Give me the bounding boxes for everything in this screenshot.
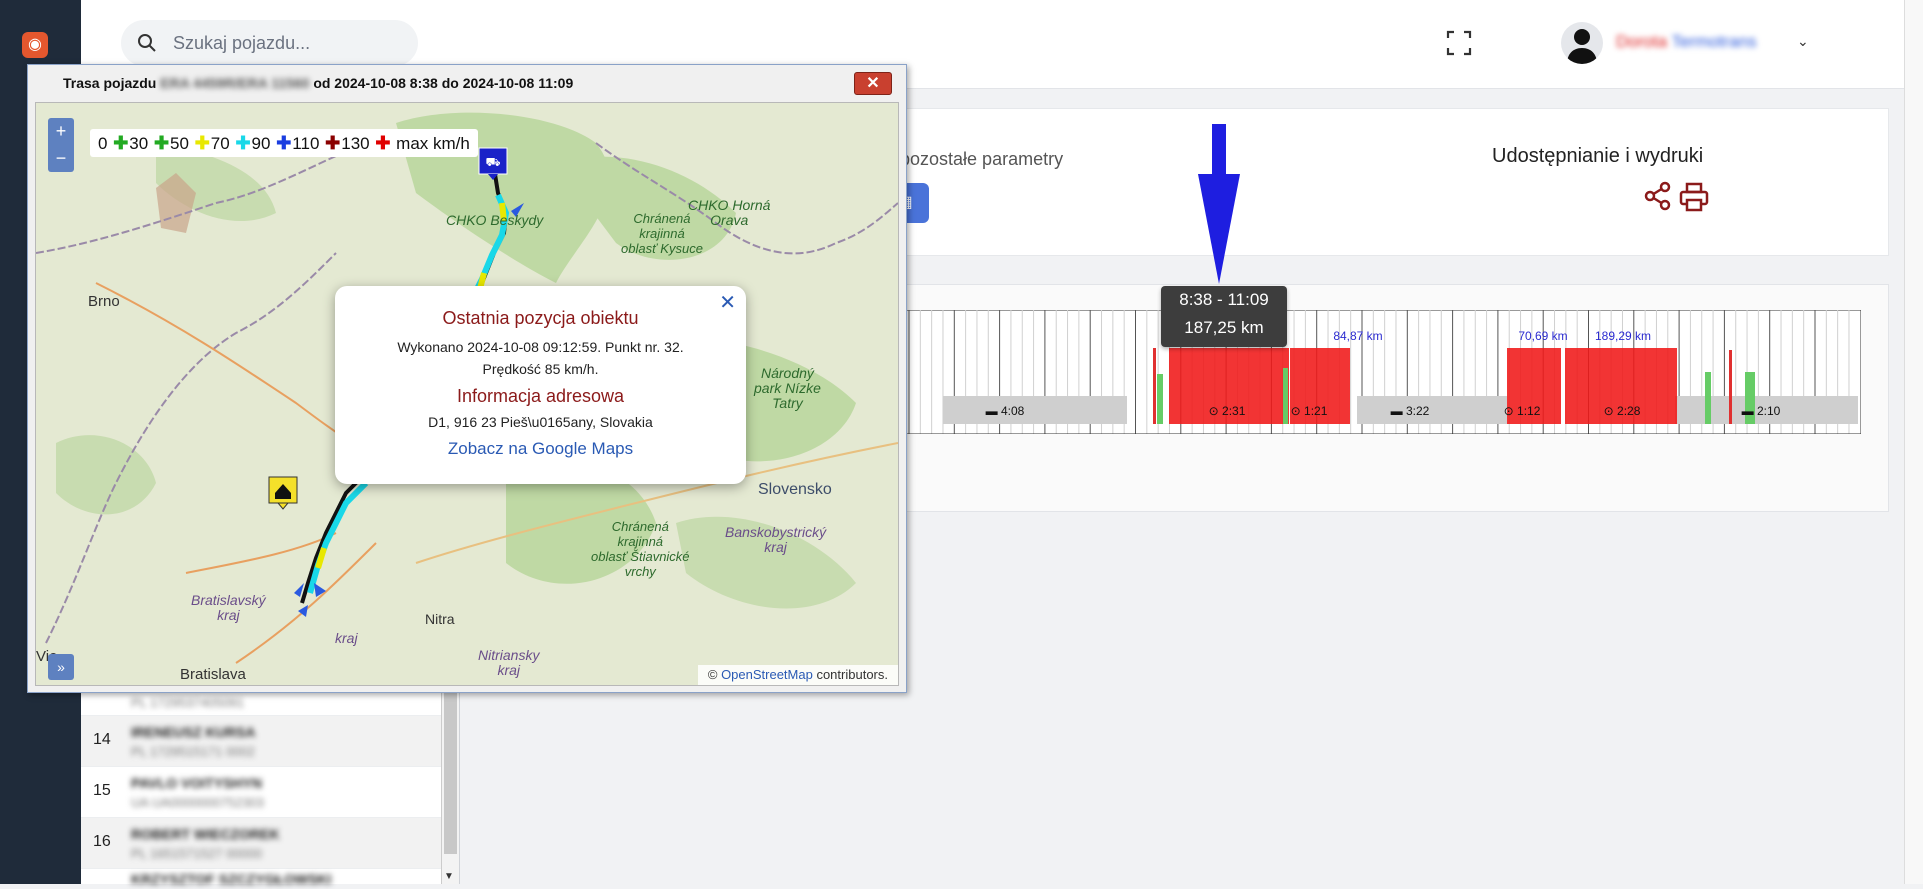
speed-plus-icon: ✚: [235, 133, 251, 153]
speed-plus-icon: ✚: [276, 133, 292, 153]
day-timeline[interactable]: ▬ 4:08 ⊙ 2:31 ⊙ 1:21 ▬ 3:22 ⊙ 1:12 ⊙ 2:28 ▬ 2:…: [905, 310, 1861, 434]
list-item[interactable]: 16 ROBERT WIECZOREK PL 1651571527 00000: [81, 817, 459, 868]
row-name: KRZYSZTOF SZCZYGŁOWSKI: [131, 871, 332, 887]
legend-value: 130: [341, 134, 370, 153]
infobox-line: Prędkość 85 km/h.: [482, 361, 599, 377]
fullscreen-icon[interactable]: [1446, 30, 1472, 56]
timeline-tooltip: 8:38 - 11:09 187,25 km: [1161, 286, 1287, 347]
driver-list: 13 PL 1729537405091 14 IRENEUSZ KURSA PL…: [81, 670, 460, 887]
row-name: PAVLO VOITYSHYN: [131, 775, 262, 791]
map-zoom-control: + −: [48, 118, 74, 172]
scrollbar-thumb[interactable]: [444, 674, 457, 854]
report-options-card: pozostałe parametry ▦ Udostępnianie i wy…: [880, 108, 1889, 256]
timeline-segment-label: ▬ 2:10: [1742, 404, 1781, 418]
legend-value: 30: [129, 134, 149, 153]
city-label: Bratislava: [180, 666, 246, 683]
tooltip-time: 8:38 - 11:09: [1179, 290, 1269, 309]
map-label: Chránená krajinná oblasť Štiavnické vrch…: [591, 519, 690, 579]
search-placeholder: Szukaj pojazdu...: [173, 33, 311, 53]
infobox-details: Wykonano 2024-10-08 09:12:59. Punkt nr. …: [335, 336, 746, 380]
legend-value: 0: [98, 134, 108, 153]
route-map[interactable]: ⛟ + − 0 ✚30 ✚50 ✚70 ✚90 ✚110 ✚130 ✚ max …: [35, 102, 899, 686]
row-subtitle: PL 1729537405091: [131, 695, 245, 710]
map-label: Národný park Nízke Tatry: [754, 365, 821, 411]
app-logo-icon[interactable]: ◉: [22, 32, 48, 58]
route-popup: Trasa pojazdu ERA 4459R/ERA 11560 od 202…: [27, 64, 907, 693]
timeline-distance-label: 84,87 km: [1333, 329, 1382, 343]
row-subtitle: PL 1651571527 00000: [131, 846, 263, 861]
row-name: IRENEUSZ KURSA: [131, 724, 256, 740]
map-label: Chránená krajinná oblasť Kysuce: [621, 211, 703, 256]
timeline-distance-label: 70,69 km: [1518, 329, 1567, 343]
print-icon[interactable]: [1678, 181, 1710, 213]
timeline-segment-label: ▬ 3:22: [1391, 404, 1430, 418]
last-position-infobox: ✕ Ostatnia pozycja obiektu Wykonano 2024…: [335, 286, 746, 484]
row-subtitle: PL 1729515171 0002: [131, 744, 255, 759]
timeline-segment-label: ▬ 4:08: [986, 404, 1025, 418]
timeline-segment-label: ⊙ 2:31: [1209, 404, 1246, 418]
map-label: Nitriansky kraj: [478, 647, 540, 678]
speed-plus-icon: ✚: [325, 133, 341, 153]
map-label: Bratislavský kraj: [191, 592, 266, 623]
list-item[interactable]: 14 IRENEUSZ KURSA PL 1729515171 0002: [81, 715, 459, 766]
infobox-address-header: Informacja adresowa: [456, 386, 625, 406]
zoom-out-button[interactable]: −: [48, 145, 74, 172]
list-item[interactable]: KRZYSZTOF SZCZYGŁOWSKI: [81, 868, 459, 889]
vehicle-search-input[interactable]: Szukaj pojazdu...: [121, 20, 418, 66]
row-number: 14: [93, 731, 111, 748]
zoom-in-button[interactable]: +: [48, 118, 74, 145]
popup-titlebar[interactable]: Trasa pojazdu ERA 4459R/ERA 11560 od 202…: [28, 65, 906, 99]
timeline-segment-label: ⊙ 2:28: [1604, 404, 1641, 418]
close-popup-button[interactable]: ✕: [854, 72, 892, 95]
legend-value: 90: [251, 134, 271, 153]
legend-value: 70: [210, 134, 230, 153]
legend-value: max km/h: [396, 134, 470, 153]
chevron-down-icon[interactable]: ⌄: [1797, 33, 1809, 50]
close-infobox-icon[interactable]: ✕: [719, 290, 736, 315]
legend-value: 110: [292, 134, 320, 153]
share-icon[interactable]: [1643, 181, 1673, 211]
speed-plus-icon: ✚: [113, 133, 129, 153]
city-label: Nitra: [425, 611, 455, 627]
svg-text:⛟: ⛟: [485, 155, 500, 169]
map-label: CHKO Beskydy: [446, 212, 544, 228]
page-scrollbar[interactable]: [1904, 0, 1923, 884]
timeline-segment-label: ⊙ 1:21: [1291, 404, 1328, 418]
infobox-line: Wykonano 2024-10-08 09:12:59. Punkt nr. …: [397, 339, 684, 355]
speed-plus-icon: ✚: [194, 133, 210, 153]
other-params-label: pozostałe parametry: [900, 149, 1064, 169]
timeline-distance-label: 189,29 km: [1595, 329, 1651, 343]
annotation-arrow-icon: [1198, 124, 1240, 284]
row-number: 15: [93, 782, 111, 799]
map-expand-button[interactable]: »: [48, 654, 74, 680]
google-maps-link[interactable]: Zobacz na Google Maps: [335, 439, 746, 459]
list-scrollbar[interactable]: ▼: [441, 670, 459, 884]
row-subtitle: UA UA0000000752303: [131, 795, 265, 810]
city-label: Brno: [88, 293, 120, 310]
map-label: kraj: [335, 630, 358, 646]
osm-link[interactable]: OpenStreetMap: [721, 667, 813, 682]
timeline-segment-label: ⊙ 1:12: [1504, 404, 1541, 418]
map-label: Banskobystrický kraj: [725, 524, 827, 555]
row-name: ROBERT WIECZOREK: [131, 826, 280, 842]
speed-legend: 0 ✚30 ✚50 ✚70 ✚90 ✚110 ✚130 ✚ max km/h: [90, 129, 478, 157]
list-item[interactable]: 15 PAVLO VOITYSHYN UA UA0000000752303: [81, 766, 459, 817]
legend-value: 50: [170, 134, 189, 153]
speed-plus-icon: ✚: [153, 133, 170, 153]
popup-title: Trasa pojazdu ERA 4459R/ERA 11560 od 202…: [63, 75, 574, 91]
row-number: 16: [93, 833, 111, 850]
infobox-header: Ostatnia pozycja obiektu: [442, 308, 639, 328]
country-label: Slovensko: [758, 481, 832, 498]
user-name[interactable]: Dorota Termotrans: [1616, 32, 1756, 52]
tooltip-distance: 187,25 km: [1184, 318, 1264, 337]
speed-plus-icon: ✚: [375, 133, 391, 153]
avatar[interactable]: [1561, 22, 1603, 64]
search-icon: [138, 34, 156, 52]
scroll-down-icon[interactable]: ▼: [444, 871, 454, 882]
share-print-title: Udostępnianie i wydruki: [1492, 145, 1704, 167]
infobox-address: D1, 916 23 Pieš\u0165any, Slovakia: [428, 414, 653, 430]
map-attribution: © OpenStreetMap contributors.: [697, 665, 898, 685]
